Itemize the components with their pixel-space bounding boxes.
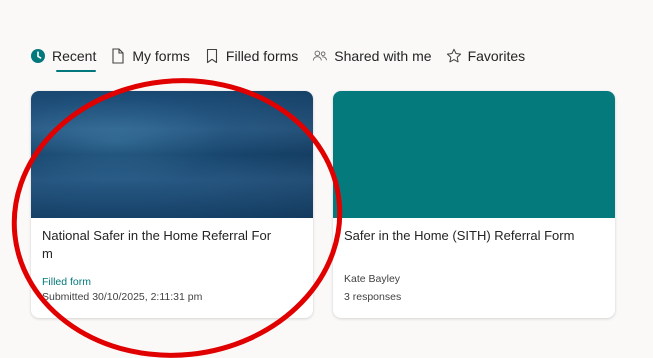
response-count: 3 responses [344,291,402,303]
submitted-timestamp: Submitted 30/10/2025, 2:11:31 pm [42,291,203,303]
bookmark-icon [204,48,220,64]
document-icon [110,48,126,64]
tab-favorites-label: Favorites [467,48,526,64]
tab-shared-with-me-label: Shared with me [334,48,432,64]
card-title: Safer in the Home (SITH) Referral Form [344,228,575,243]
forms-tab-bar: Recent My forms Filled forms Shared with… [30,46,539,72]
form-card-national-safer-in-the-home[interactable]: National Safer in the Home Referral For … [31,91,313,318]
tab-shared-with-me[interactable]: Shared with me [312,48,432,66]
card-owner: Kate Bayley [344,273,401,285]
tab-filled-forms-label: Filled forms [225,48,299,64]
card-title: National Safer in the Home Referral For … [42,228,272,261]
card-banner-image [31,91,313,218]
people-icon [312,48,328,64]
tab-recent[interactable]: Recent [30,48,97,72]
star-icon [446,48,462,64]
form-card-sith-referral[interactable]: Safer in the Home (SITH) Referral Form K… [333,91,615,318]
card-banner [333,91,615,218]
tab-filled-forms[interactable]: Filled forms [204,48,298,66]
tab-recent-label: Recent [52,48,97,64]
tab-my-forms-label: My forms [132,48,190,64]
tab-my-forms[interactable]: My forms [110,48,190,66]
filled-form-status: Filled form [42,276,92,288]
clock-icon [30,48,46,64]
tab-favorites[interactable]: Favorites [446,48,526,66]
